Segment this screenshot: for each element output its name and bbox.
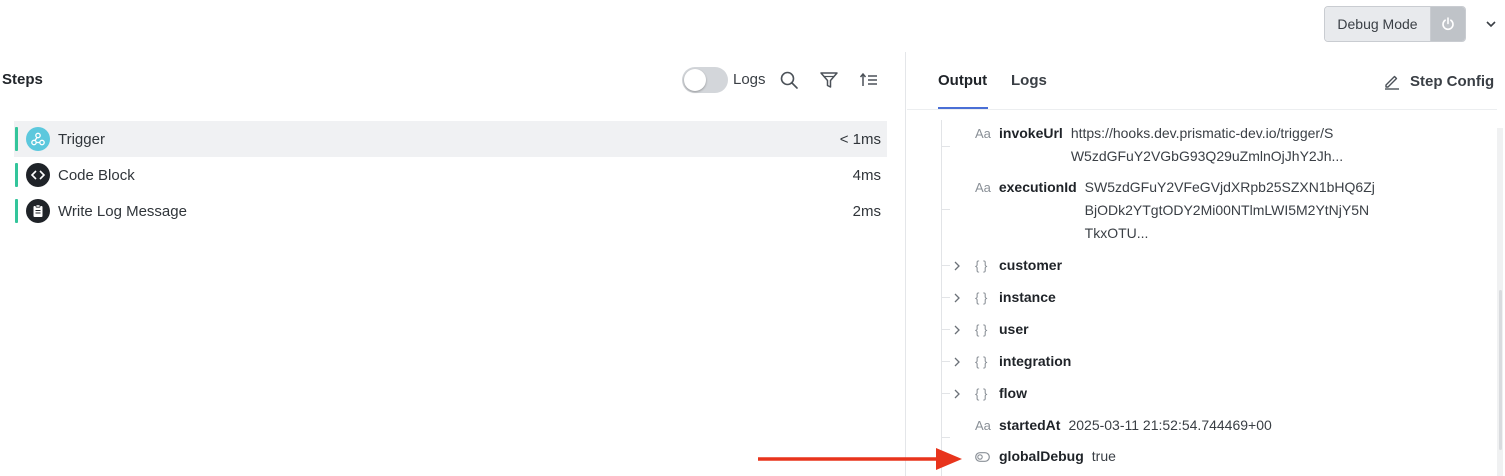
text-type-icon: Aa bbox=[975, 126, 991, 141]
tab-divider bbox=[907, 109, 1497, 110]
field-flow[interactable]: { } flow bbox=[953, 382, 1035, 405]
object-type-icon: { } bbox=[975, 322, 988, 337]
field-executionId[interactable]: Aa executionId SW5zdGFuY2VFeGVjdXRpb25SZ… bbox=[953, 176, 1393, 245]
text-type-icon: Aa bbox=[975, 418, 991, 433]
tree-tick bbox=[941, 297, 950, 298]
clipboard-icon bbox=[26, 199, 50, 223]
panel-divider[interactable] bbox=[905, 52, 906, 476]
tab-output[interactable]: Output bbox=[938, 72, 987, 89]
field-globalDebug[interactable]: globalDebug true bbox=[953, 445, 1116, 468]
chevron-right-icon[interactable] bbox=[953, 382, 965, 405]
tree-tick bbox=[941, 437, 950, 438]
field-user[interactable]: { } user bbox=[953, 318, 1037, 341]
filter-icon[interactable] bbox=[819, 70, 839, 90]
debug-power-button[interactable] bbox=[1431, 7, 1465, 41]
field-name: customer bbox=[999, 257, 1063, 273]
webhook-icon bbox=[26, 127, 50, 151]
sort-icon[interactable] bbox=[859, 70, 879, 90]
code-icon bbox=[26, 163, 50, 187]
step-config-label: Step Config bbox=[1410, 72, 1495, 90]
chevron-right-icon[interactable] bbox=[953, 286, 965, 309]
step-duration: 4ms bbox=[852, 166, 881, 184]
step-config-button[interactable]: Step Config bbox=[1383, 72, 1494, 90]
chevron-right-icon[interactable] bbox=[953, 350, 965, 373]
field-customer[interactable]: { } customer bbox=[953, 254, 1070, 277]
text-type-icon: Aa bbox=[974, 180, 991, 195]
field-name: invokeUrl bbox=[999, 125, 1063, 141]
step-row-code-block[interactable]: Code Block 4ms bbox=[14, 157, 887, 193]
field-name: flow bbox=[999, 385, 1027, 401]
scrollbar-thumb[interactable] bbox=[1499, 290, 1502, 450]
field-invokeUrl[interactable]: Aa invokeUrl https://hooks.dev.prismatic… bbox=[953, 122, 1393, 168]
boolean-toggle-icon bbox=[975, 445, 991, 468]
field-startedAt[interactable]: Aa startedAt 2025-03-11 21:52:54.744469+… bbox=[953, 414, 1272, 437]
step-label: Code Block bbox=[58, 166, 135, 184]
field-value: 2025-03-11 21:52:54.744469+00 bbox=[1068, 417, 1272, 433]
tree-tick bbox=[941, 361, 950, 362]
field-name: integration bbox=[999, 353, 1072, 369]
chevron-right-icon[interactable] bbox=[953, 318, 965, 341]
annotation-arrow bbox=[758, 448, 962, 470]
step-label: Trigger bbox=[58, 130, 105, 148]
object-type-icon: { } bbox=[975, 258, 988, 273]
tab-logs[interactable]: Logs bbox=[1011, 72, 1047, 89]
step-status-bar bbox=[15, 163, 18, 187]
debug-mode-button[interactable]: Debug Mode bbox=[1325, 7, 1431, 41]
step-status-bar bbox=[15, 127, 18, 151]
step-row-trigger[interactable]: Trigger < 1ms bbox=[14, 121, 887, 157]
tree-tick bbox=[941, 209, 950, 210]
step-duration: 2ms bbox=[852, 202, 881, 220]
steps-title: Steps bbox=[2, 71, 43, 88]
power-icon bbox=[1442, 17, 1454, 31]
tree-tick bbox=[941, 329, 950, 330]
field-value: true bbox=[1091, 448, 1116, 464]
chevron-right-icon[interactable] bbox=[953, 254, 965, 277]
tree-tick bbox=[941, 146, 950, 147]
search-icon[interactable] bbox=[779, 70, 799, 90]
field-name: startedAt bbox=[999, 417, 1061, 433]
field-integration[interactable]: { } integration bbox=[953, 350, 1079, 373]
step-status-bar bbox=[15, 199, 18, 223]
logs-toggle-label: Logs bbox=[733, 71, 766, 88]
tree-tick bbox=[941, 265, 950, 266]
tree-guide-line bbox=[941, 120, 942, 476]
field-instance[interactable]: { } instance bbox=[953, 286, 1064, 309]
step-label: Write Log Message bbox=[58, 202, 187, 220]
field-name: globalDebug bbox=[999, 448, 1084, 464]
field-value: https://hooks.dev.prismatic-dev.io/trigg… bbox=[1070, 125, 1344, 164]
toggle-knob bbox=[684, 69, 706, 91]
field-name: instance bbox=[999, 289, 1056, 305]
field-name: executionId bbox=[998, 179, 1077, 195]
chevron-down-icon[interactable] bbox=[1483, 16, 1499, 32]
step-row-write-log-message[interactable]: Write Log Message 2ms bbox=[14, 193, 887, 229]
object-type-icon: { } bbox=[975, 386, 988, 401]
field-name: user bbox=[999, 321, 1029, 337]
step-duration: < 1ms bbox=[839, 130, 881, 148]
logs-toggle[interactable] bbox=[682, 67, 728, 93]
debug-mode-group: Debug Mode bbox=[1324, 6, 1466, 42]
object-type-icon: { } bbox=[975, 354, 988, 369]
tree-tick bbox=[941, 393, 950, 394]
object-type-icon: { } bbox=[975, 290, 988, 305]
field-value: SW5zdGFuY2VFeGVjdXRpb25SZXN1bHQ6Zj BjODk… bbox=[1084, 179, 1375, 241]
pencil-icon bbox=[1385, 75, 1399, 90]
